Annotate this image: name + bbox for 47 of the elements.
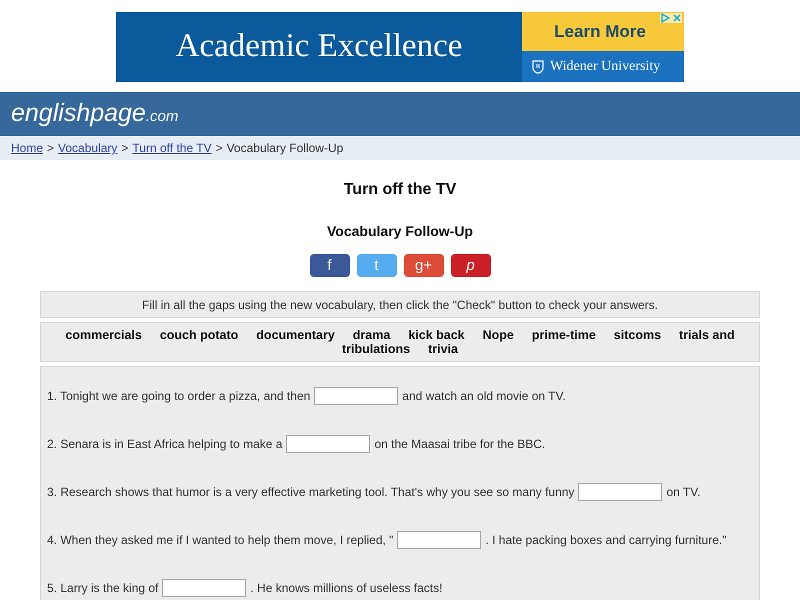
- share-button[interactable]: f: [310, 254, 350, 277]
- share-button[interactable]: p: [450, 254, 490, 277]
- word-bank-item: kick back: [408, 328, 465, 342]
- question-text: and watch an old movie on TV.: [402, 388, 566, 405]
- answer-field[interactable]: [397, 531, 482, 549]
- question-text: 4. When they asked me if I wanted to help them move, I replied, ": [47, 532, 394, 549]
- question-text: 2. Senara is in East Africa helping to make a: [47, 436, 282, 453]
- ad-sponsor: Widener University: [550, 58, 660, 76]
- breadcrumb-separator: >: [121, 140, 128, 157]
- page-subtitle: Vocabulary Follow-Up: [327, 222, 473, 241]
- breadcrumb-link[interactable]: Turn off the TV: [132, 139, 212, 157]
- word-bank-item: prime-time: [532, 328, 596, 342]
- question-text: . He knows millions of useless facts!: [250, 580, 442, 597]
- question-text: on the Maasai tribe for the BBC.: [374, 436, 546, 453]
- word-bank-item: trials and: [679, 328, 735, 342]
- learn-more-button[interactable]: Learn More: [522, 12, 684, 51]
- breadcrumb-link[interactable]: Vocabulary: [58, 139, 118, 157]
- instructions-text: Fill in all the gaps using the new vocabulary, then click the "Check" button to check your answers.: [40, 291, 760, 318]
- question-text: on TV.: [666, 484, 700, 501]
- ad-choices-icon[interactable]: [660, 13, 670, 23]
- word-bank-item: drama: [352, 328, 390, 342]
- share-button[interactable]: g+: [404, 254, 444, 277]
- word-bank-item: Nope: [482, 328, 514, 342]
- question-text: . I hate packing boxes and carrying furniture.": [485, 532, 726, 549]
- question-text: 1. Tonight we are going to order a pizza, and then: [47, 388, 310, 405]
- answer-field[interactable]: [286, 435, 370, 453]
- answer-field[interactable]: [578, 483, 662, 501]
- answer-field[interactable]: [162, 579, 246, 597]
- site-logo[interactable]: englishpage.com: [11, 95, 178, 133]
- breadcrumb-separator: >: [47, 140, 54, 157]
- word-bank-item: tribulations: [342, 342, 410, 356]
- breadcrumb-separator: >: [216, 140, 223, 157]
- breadcrumb-link[interactable]: Home: [11, 139, 44, 157]
- ad-headline: Academic Excellence: [174, 27, 464, 66]
- word-bank-item: commercials: [65, 328, 142, 342]
- shield-icon: [532, 60, 544, 74]
- page-title: Turn off the TV: [344, 180, 456, 200]
- word-bank-item: couch potato: [160, 328, 238, 342]
- question-text: 3. Research shows that humor is a very effective marketing tool. That's why you see so many funny: [47, 484, 574, 501]
- question-text: 5. Larry is the king of: [47, 580, 158, 597]
- breadcrumb-current: Vocabulary Follow-Up: [226, 140, 344, 157]
- word-bank-item: sitcoms: [614, 328, 662, 342]
- advertisement-banner[interactable]: Academic Excellence Learn More Widener University: [116, 12, 684, 82]
- word-bank-item: documentary: [256, 328, 335, 342]
- word-bank-item: trivia: [428, 342, 458, 356]
- close-icon[interactable]: [672, 13, 682, 23]
- answer-field[interactable]: [314, 387, 398, 405]
